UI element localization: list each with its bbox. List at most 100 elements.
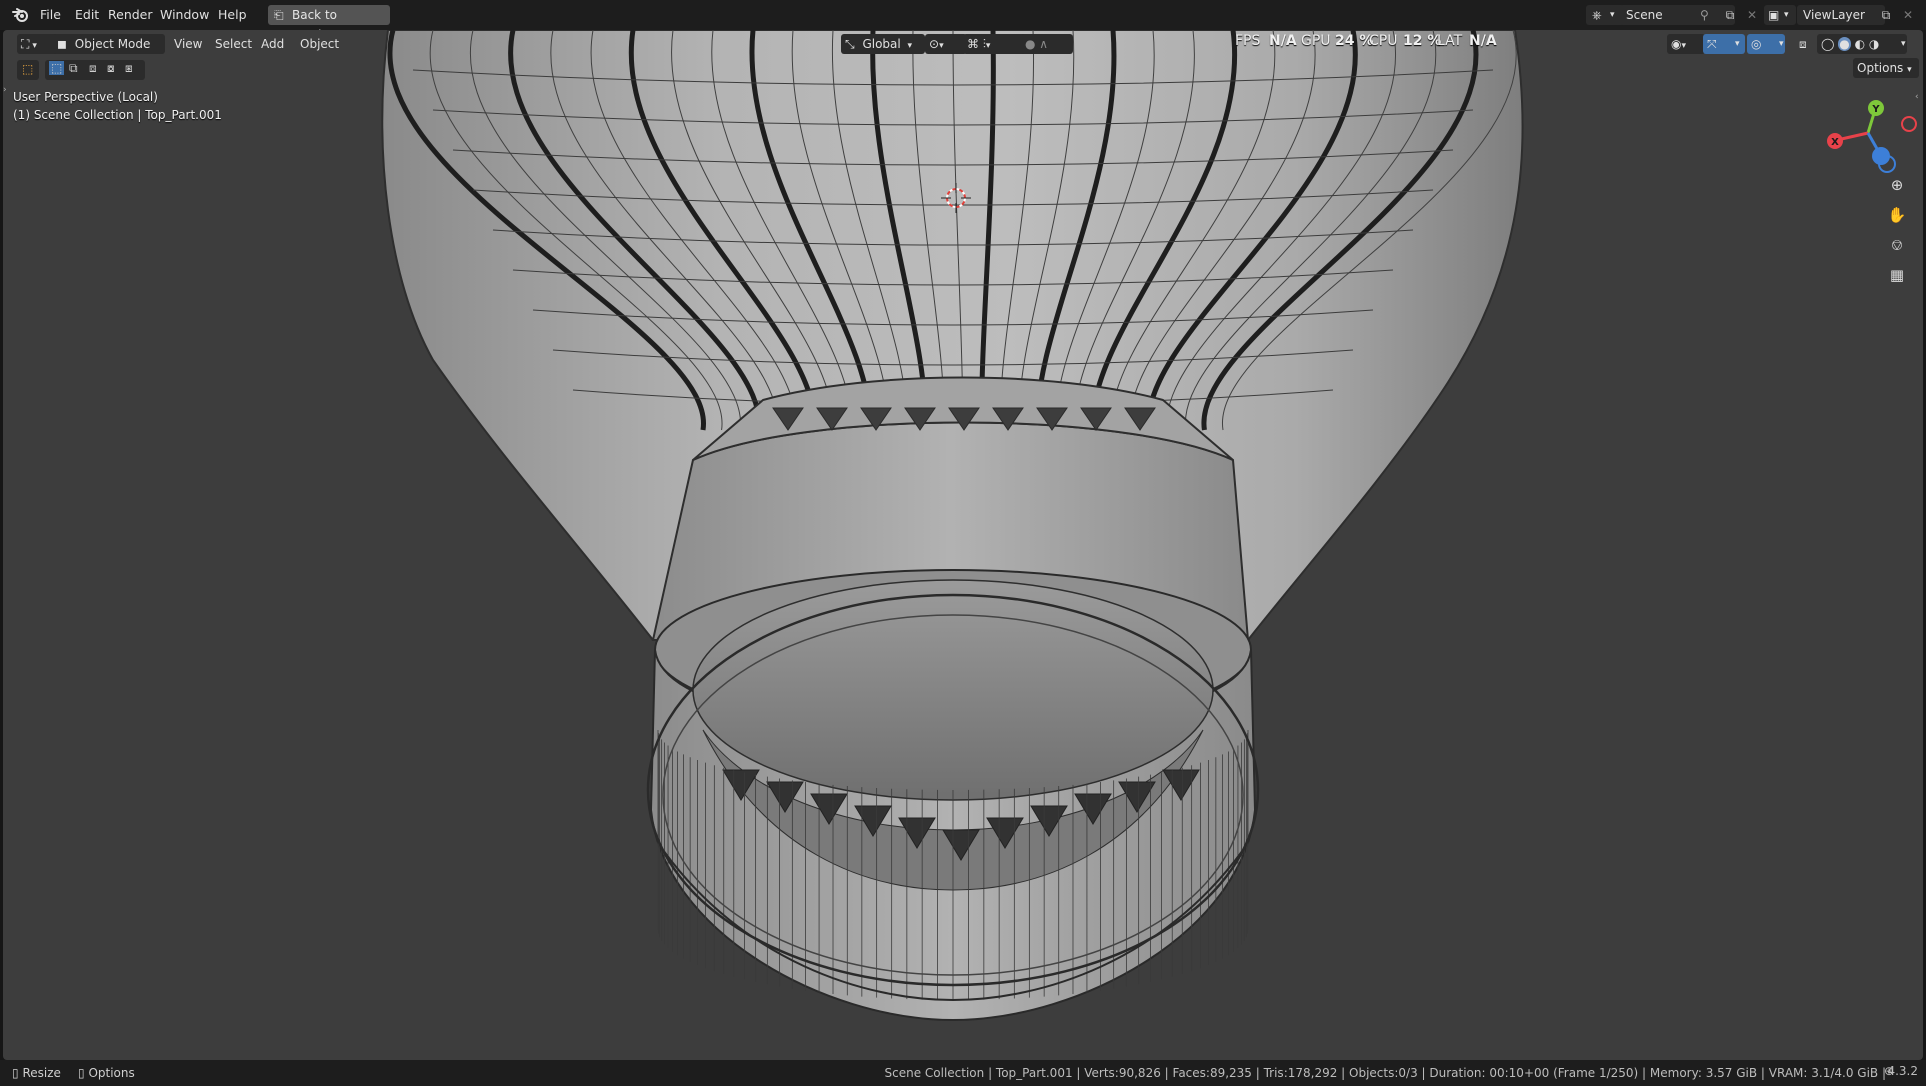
- select-extend-icon[interactable]: ⧉: [69, 61, 78, 76]
- gizmo-x-label: X: [1831, 137, 1839, 148]
- new-viewlayer-icon[interactable]: ⧉: [1876, 5, 1896, 25]
- 3d-viewport[interactable]: ⛶▾ ◼ Object Mode ▾ View Select Add Objec…: [3, 30, 1923, 1060]
- scene-statistics: Scene Collection | Top_Part.001 | Verts:…: [884, 1066, 1887, 1080]
- zoom-icon[interactable]: ⊕: [1884, 172, 1910, 198]
- viewport-header: ⛶▾ ◼ Object Mode ▾ View Select Add Objec…: [3, 30, 1923, 71]
- orthographic-grid-icon[interactable]: ▦: [1884, 262, 1910, 288]
- resize-label: Resize: [22, 1066, 61, 1080]
- view3d-editor-icon: ⛶: [21, 37, 30, 51]
- wireframe-shading-icon[interactable]: ◯: [1821, 37, 1834, 51]
- gpu-label: GPU: [1301, 33, 1331, 49]
- menu-file[interactable]: File: [35, 6, 66, 24]
- toolbar-expand-chevron-icon[interactable]: ›: [3, 85, 7, 95]
- chevron-down-icon[interactable]: ▾: [1775, 34, 1788, 54]
- fps-label: FPS: [1235, 33, 1261, 49]
- rendered-shading-icon[interactable]: ◑: [1869, 37, 1879, 51]
- menu-view[interactable]: View: [170, 34, 206, 54]
- options-label: Options: [1857, 61, 1904, 75]
- collection-info-text: (1) Scene Collection | Top_Part.001: [13, 108, 222, 122]
- viewlayer-name-field[interactable]: ViewLayer: [1797, 5, 1885, 25]
- select-new-icon[interactable]: ⬚: [49, 61, 65, 75]
- mode-dropdown[interactable]: ◼ Object Mode ▾: [53, 34, 165, 71]
- chevron-down-icon: ▾: [1681, 41, 1687, 51]
- pivot-point-dropdown[interactable]: ⊙▾: [925, 34, 967, 54]
- menu-help[interactable]: Help: [213, 6, 252, 24]
- chevron-down-icon: ▾: [939, 41, 944, 51]
- viewlayer-type-dropdown[interactable]: ▣ ▾: [1764, 5, 1796, 25]
- delete-scene-icon[interactable]: ✕: [1742, 5, 1762, 25]
- hand-pan-icon[interactable]: ✋: [1884, 202, 1910, 228]
- selection-mode-group[interactable]: ⬚ ⧉ ⧈ ⧇ ⧆: [45, 60, 145, 80]
- material-shading-icon[interactable]: ◐: [1855, 37, 1865, 51]
- object-mode-icon: ◼: [57, 37, 67, 51]
- menu-add[interactable]: Add: [257, 34, 288, 54]
- snap-dropdown[interactable]: ⌘ ⫶▾: [963, 34, 1027, 54]
- gizmo-icon: ⤧: [1707, 37, 1717, 51]
- shading-mode-group[interactable]: ◯ ● ◐ ◑: [1817, 34, 1907, 54]
- eye-icon: ◉: [1671, 37, 1682, 51]
- select-intersect-icon[interactable]: ⧆: [125, 61, 133, 76]
- gpu-value: 24 %: [1335, 33, 1374, 49]
- proportional-edit-dropdown[interactable]: ● ∧: [1021, 34, 1073, 54]
- menu-window[interactable]: Window: [155, 6, 214, 24]
- pivot-icon: ⊙: [929, 37, 940, 51]
- chevron-down-icon: ▾: [1907, 65, 1912, 75]
- chevron-down-icon[interactable]: ▾: [1897, 34, 1910, 54]
- select-subtract-icon[interactable]: ⧈: [89, 61, 97, 76]
- transform-orientation-dropdown[interactable]: ⤡ Global ▾: [841, 34, 925, 54]
- top-bar: File Edit Render Window Help ⎗ Back to P…: [0, 0, 1926, 42]
- chevron-down-icon: ▾: [907, 41, 913, 51]
- chevron-down-icon: ▾: [1610, 10, 1615, 20]
- menu-select[interactable]: Select: [211, 34, 256, 54]
- cursor-tool-icon: ⬚: [22, 62, 34, 76]
- xray-toggle-icon[interactable]: ⧈: [1795, 34, 1811, 54]
- snap-icon: ⌘ ⫶: [967, 37, 986, 51]
- status-bar: ▯ Resize ▯ Options Scene Collection | To…: [0, 1060, 1926, 1086]
- lat-value: N/A: [1469, 33, 1497, 49]
- camera-view-icon[interactable]: ⎊: [1884, 232, 1910, 258]
- mesh-object-top-part: [381, 30, 1524, 1022]
- visibility-dropdown[interactable]: ◉▾: [1667, 34, 1705, 54]
- delete-viewlayer-icon[interactable]: ✕: [1898, 5, 1918, 25]
- orientation-icon: ⤡: [845, 37, 855, 51]
- view-name-text: User Perspective (Local): [13, 90, 158, 104]
- lat-label: LAT: [1437, 33, 1463, 49]
- version-label: 4.3.2: [1887, 1064, 1918, 1078]
- blender-logo-icon[interactable]: [12, 7, 30, 23]
- chevron-down-icon: ▾: [985, 41, 991, 51]
- menu-render[interactable]: Render: [103, 6, 158, 24]
- new-scene-icon[interactable]: ⧉: [1720, 5, 1740, 25]
- select-invert-icon[interactable]: ⧇: [107, 61, 115, 76]
- menu-edit[interactable]: Edit: [70, 6, 104, 24]
- chevron-down-icon: ▾: [1784, 10, 1789, 20]
- back-to-previous-button[interactable]: ⎗ Back to Previous: [268, 5, 390, 42]
- options-hint: ▯ Options: [78, 1064, 135, 1082]
- mouse-icon: ▯: [78, 1066, 85, 1080]
- gizmo-neg-x-handle[interactable]: [1901, 116, 1917, 132]
- viewlayer-name-label: ViewLayer: [1803, 8, 1865, 22]
- resize-hint: ▯ Resize: [12, 1064, 61, 1082]
- cpu-value: 12 %: [1403, 33, 1442, 49]
- pin-icon[interactable]: ⚲: [1700, 5, 1709, 25]
- options-dropdown[interactable]: Options ▾: [1853, 58, 1919, 78]
- sidebar-expand-chevron-icon[interactable]: ‹: [1915, 92, 1919, 102]
- options-hint-label: Options: [88, 1066, 135, 1080]
- viewlayer-icon: ▣: [1768, 8, 1780, 22]
- gizmo-y-label: Y: [1871, 104, 1880, 115]
- chevron-down-icon[interactable]: ▾: [1731, 34, 1744, 54]
- menu-object[interactable]: Object: [296, 34, 343, 54]
- cpu-label: CPU: [1369, 33, 1398, 49]
- active-tool-select-box[interactable]: ⬚: [17, 60, 39, 80]
- scene-icon: ⎈: [1592, 8, 1602, 22]
- overlays-icon: ◎: [1751, 37, 1762, 51]
- mode-label: Object Mode: [74, 37, 151, 51]
- chevron-down-icon: ▾: [32, 41, 37, 51]
- mouse-icon: ▯: [12, 1066, 19, 1080]
- back-icon: ⎗: [274, 8, 284, 22]
- scene-name-label: Scene: [1626, 8, 1663, 22]
- proportional-edit-icon: ● ∧: [1025, 37, 1049, 51]
- fps-value: N/A: [1269, 33, 1297, 49]
- solid-shading-icon[interactable]: ●: [1838, 37, 1851, 51]
- orientation-label: Global: [862, 37, 901, 51]
- scene-name-field[interactable]: Scene ⚲: [1620, 5, 1735, 25]
